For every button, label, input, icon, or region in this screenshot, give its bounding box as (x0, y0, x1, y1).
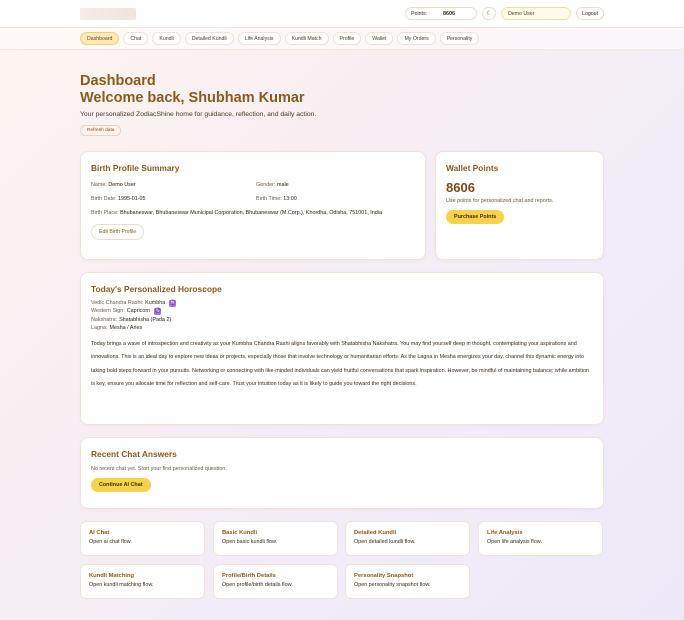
tab-profile[interactable]: Profile (332, 32, 362, 45)
birth-time-value: 13:00 (283, 196, 297, 202)
welcome-heading: Welcome back, Shubham Kumar (80, 90, 305, 106)
logout-button[interactable]: Logout (576, 7, 604, 20)
hero-subtitle: Your personalized ZodiacShine home for g… (80, 111, 317, 118)
gender-value: male (276, 182, 289, 188)
nakshatra-value: Shatabhisha (Pada 2) (119, 316, 172, 323)
tab-kundli-match[interactable]: Kundli Match (284, 32, 329, 45)
quick-link-life-analysis[interactable]: Life Analysis Open life analysis flow. (478, 521, 603, 556)
continue-ai-chat-button[interactable]: Continue AI Chat (91, 478, 151, 492)
tab-detailed-kundli[interactable]: Detailed Kundli (184, 32, 234, 45)
points-label: Points: (411, 10, 427, 17)
aquarius-icon: ♒ (169, 299, 177, 307)
birth-date-row: Birth Date: 1995-01-05 (91, 195, 256, 203)
purchase-points-button[interactable]: Purchase Points (446, 210, 505, 224)
capricorn-icon: ♑ (154, 308, 162, 316)
horoscope-card: Today's Personalized Horoscope Vedic Cha… (80, 272, 604, 425)
theme-toggle-button[interactable]: ☾ (482, 7, 497, 20)
vedic-rashi-row: Vedic Chandra Rashi: Kumbha ♒ (91, 299, 593, 307)
header-actions: Points: 8606 ☾ Demo User Logout (405, 7, 604, 20)
gender-row: Gender: male (256, 181, 289, 189)
main-nav: Dashboard Chat Kundli Detailed Kundli Li… (0, 28, 684, 50)
tab-my-orders[interactable]: My Orders (397, 32, 436, 45)
quick-link-desc: Open life analysis flow. (487, 539, 542, 545)
tab-dashboard[interactable]: Dashboard (80, 32, 120, 45)
horoscope-title: Today's Personalized Horoscope (91, 284, 222, 294)
birth-date-value: 1995-01-05 (117, 196, 146, 202)
quick-link-title: Personality Snapshot (354, 573, 414, 579)
vedic-rashi-value: Kumbha (145, 300, 166, 306)
quick-link-desc: Open personality snapshot flow. (354, 582, 431, 588)
birth-place-value: Bhubaneswar, Bhubaneswar Municipal Corpo… (120, 210, 382, 216)
lagna-row: Lagna: Mesha / Aries (91, 324, 593, 332)
birth-profile-card: Birth Profile Summary Name: Demo User Ge… (80, 151, 426, 260)
quick-link-kundli-matching[interactable]: Kundli Matching Open kundli matching flo… (80, 564, 205, 599)
birth-time-label: Birth Time: (256, 196, 282, 202)
quick-link-title: AI Chat (89, 530, 110, 536)
birth-time-row: Birth Time: 13:00 (256, 195, 297, 203)
quick-link-profile-birth-details[interactable]: Profile/Birth Details Open profile/birth… (213, 564, 338, 599)
tab-wallet[interactable]: Wallet (365, 32, 394, 45)
tab-kundli[interactable]: Kundli (152, 32, 181, 45)
western-sign-label: Western Sign: (91, 308, 125, 315)
nakshatra-label: Nakshatra: (91, 316, 118, 323)
name-label: Name: (91, 182, 107, 188)
quick-link-personality-snapshot[interactable]: Personality Snapshot Open personality sn… (345, 564, 470, 599)
wallet-note: Use points for personalized chat and rep… (446, 198, 554, 204)
wallet-title: Wallet Points (446, 163, 499, 173)
gender-label: Gender: (256, 182, 276, 188)
user-selector[interactable]: Demo User (501, 7, 572, 20)
app-logo[interactable] (80, 7, 136, 20)
wallet-points-value: 8606 (446, 180, 475, 195)
horoscope-text: Today brings a wave of introspection and… (91, 340, 589, 388)
nakshatra-row: Nakshatra: Shatabhisha (Pada 2) (91, 316, 593, 324)
quick-link-desc: Open kundli matching flow. (89, 582, 154, 588)
quick-link-title: Detailed Kundli (354, 530, 397, 536)
user-name: Demo User (508, 10, 535, 17)
quick-link-desc: Open basic kundli flow. (222, 539, 278, 545)
birth-date-label: Birth Date: (91, 196, 117, 202)
birth-place-row: Birth Place: Bhubaneswar, Bhubaneswar Mu… (91, 209, 411, 217)
vedic-rashi-label: Vedic Chandra Rashi: (91, 300, 144, 306)
points-display: Points: 8606 (405, 7, 478, 20)
quick-link-ai-chat[interactable]: AI Chat Open ai chat flow. (80, 521, 205, 556)
recent-chat-card: Recent Chat Answers No recent chat yet. … (80, 437, 604, 509)
western-sign-value: Capricorn (126, 308, 151, 315)
quick-link-detailed-kundli[interactable]: Detailed Kundli Open detailed kundli flo… (345, 521, 470, 556)
recent-chat-title: Recent Chat Answers (91, 449, 177, 459)
quick-link-title: Profile/Birth Details (222, 573, 276, 579)
quick-link-basic-kundli[interactable]: Basic Kundli Open basic kundli flow. (213, 521, 338, 556)
top-bar: Points: 8606 ☾ Demo User Logout (0, 0, 684, 28)
tab-life-analysis[interactable]: Life Analysis (237, 32, 281, 45)
quick-link-title: Kundli Matching (89, 573, 135, 579)
lagna-label: Lagna: (91, 325, 108, 332)
western-sign-row: Western Sign: Capricorn ♑ (91, 307, 593, 316)
quick-link-desc: Open detailed kundli flow. (354, 539, 416, 545)
quick-link-title: Life Analysis (487, 530, 523, 536)
name-value: Demo User (108, 182, 136, 188)
refresh-data-button[interactable]: Refresh data (80, 125, 122, 136)
hero-section: Dashboard Welcome back, Shubham Kumar Yo… (80, 73, 316, 136)
wallet-card: Wallet Points 8606 Use points for person… (435, 151, 604, 260)
tab-chat[interactable]: Chat (123, 32, 149, 45)
quick-link-desc: Open ai chat flow. (89, 539, 132, 545)
lagna-value: Mesha / Aries (109, 325, 143, 332)
edit-birth-profile-button[interactable]: Edit Birth Profile (91, 224, 145, 240)
recent-chat-empty: No recent chat yet. Start your first per… (91, 466, 227, 472)
birth-place-label: Birth Place: (91, 210, 119, 216)
birth-profile-title: Birth Profile Summary (91, 163, 180, 173)
moon-icon: ☾ (486, 11, 492, 17)
points-value: 8606 (443, 10, 456, 17)
page-title: Dashboard (80, 73, 156, 89)
tab-personality[interactable]: Personality (439, 32, 480, 45)
quick-link-desc: Open profile/birth details flow. (222, 582, 293, 588)
quick-link-title: Basic Kundli (222, 530, 258, 536)
name-row: Name: Demo User (91, 181, 256, 189)
